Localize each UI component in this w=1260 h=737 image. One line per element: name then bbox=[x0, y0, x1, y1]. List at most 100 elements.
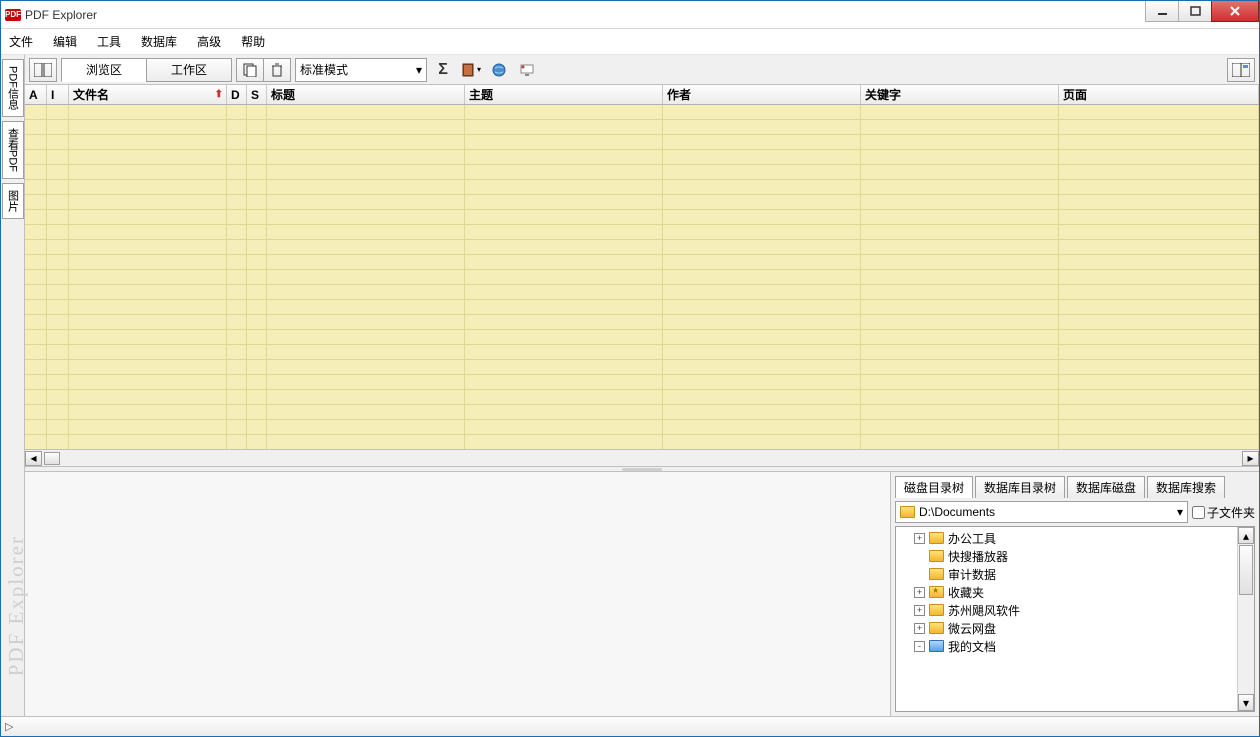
screen-icon[interactable] bbox=[515, 58, 539, 82]
sigma-icon[interactable]: Σ bbox=[431, 58, 455, 82]
table-row[interactable] bbox=[25, 360, 1259, 375]
table-row[interactable] bbox=[25, 150, 1259, 165]
book-icon[interactable]: ▾ bbox=[459, 58, 483, 82]
tab-work[interactable]: 工作区 bbox=[146, 58, 232, 82]
expand-icon[interactable]: + bbox=[914, 587, 925, 598]
tab-disk-tree[interactable]: 磁盘目录树 bbox=[895, 476, 973, 498]
table-row[interactable] bbox=[25, 120, 1259, 135]
close-button[interactable] bbox=[1211, 1, 1259, 22]
side-tab-images[interactable]: 图片 bbox=[2, 183, 24, 219]
table-row[interactable] bbox=[25, 390, 1259, 405]
menu-help[interactable]: 帮助 bbox=[241, 33, 265, 50]
play-icon[interactable]: ▷ bbox=[5, 720, 13, 733]
table-row[interactable] bbox=[25, 240, 1259, 255]
menu-file[interactable]: 文件 bbox=[9, 33, 33, 50]
tree-node[interactable]: + 收藏夹 bbox=[896, 583, 1254, 601]
delete-button[interactable] bbox=[263, 58, 291, 82]
table-row[interactable] bbox=[25, 300, 1259, 315]
no-expand-icon bbox=[914, 551, 925, 562]
folder-tree[interactable]: ▴ ▾ + 办公工具快搜播放器审计数据 + 收藏夹+苏州飓风软件+微云网盘-我的文档 bbox=[895, 526, 1255, 712]
tree-node[interactable]: +苏州飓风软件 bbox=[896, 601, 1254, 619]
table-row[interactable] bbox=[25, 375, 1259, 390]
scroll-up-icon[interactable]: ▴ bbox=[1238, 527, 1254, 544]
expand-icon[interactable]: + bbox=[914, 605, 925, 616]
table-row[interactable] bbox=[25, 435, 1259, 449]
table-row[interactable] bbox=[25, 420, 1259, 435]
tree-node-label: 快搜播放器 bbox=[948, 548, 1008, 565]
table-row[interactable] bbox=[25, 330, 1259, 345]
col-keywords[interactable]: 关键字 bbox=[861, 85, 1059, 104]
panel-layout-button[interactable] bbox=[1227, 58, 1255, 82]
col-title[interactable]: 标题 bbox=[267, 85, 465, 104]
grid-hscrollbar[interactable]: ◂ ▸ bbox=[25, 449, 1259, 466]
table-row[interactable] bbox=[25, 225, 1259, 240]
toolbar: 浏览区 工作区 标准模式 ▾ Σ ▾ bbox=[25, 55, 1259, 85]
preview-pane bbox=[25, 472, 891, 716]
collapse-icon[interactable]: - bbox=[914, 641, 925, 652]
table-row[interactable] bbox=[25, 345, 1259, 360]
tree-node[interactable]: 快搜播放器 bbox=[896, 547, 1254, 565]
col-author[interactable]: 作者 bbox=[663, 85, 861, 104]
globe-icon[interactable] bbox=[487, 58, 511, 82]
tree-vscrollbar[interactable]: ▴ ▾ bbox=[1237, 527, 1254, 711]
folder-icon bbox=[929, 568, 944, 580]
scroll-down-icon[interactable]: ▾ bbox=[1238, 694, 1254, 711]
side-tab-view-pdf[interactable]: 查看PDF bbox=[2, 121, 24, 179]
expand-icon[interactable]: + bbox=[914, 623, 925, 634]
tree-node-label: 收藏夹 bbox=[948, 584, 984, 601]
table-row[interactable] bbox=[25, 165, 1259, 180]
statusbar: ▷ bbox=[1, 716, 1259, 736]
table-row[interactable] bbox=[25, 315, 1259, 330]
folder-icon bbox=[929, 622, 944, 634]
tree-node[interactable]: + 办公工具 bbox=[896, 529, 1254, 547]
tree-node[interactable]: +微云网盘 bbox=[896, 619, 1254, 637]
horizontal-splitter[interactable] bbox=[25, 467, 1259, 472]
tab-browse[interactable]: 浏览区 bbox=[61, 58, 147, 82]
col-s[interactable]: S bbox=[247, 85, 267, 104]
tree-node-label: 审计数据 bbox=[948, 566, 996, 583]
menu-edit[interactable]: 编辑 bbox=[53, 33, 77, 50]
path-combo[interactable]: D:\Documents ▾ bbox=[895, 501, 1188, 523]
table-row[interactable] bbox=[25, 405, 1259, 420]
maximize-button[interactable] bbox=[1178, 1, 1212, 22]
copy-button[interactable] bbox=[236, 58, 264, 82]
table-row[interactable] bbox=[25, 135, 1259, 150]
grid-rows[interactable] bbox=[25, 105, 1259, 449]
scroll-thumb[interactable] bbox=[44, 452, 60, 465]
col-a[interactable]: A bbox=[25, 85, 47, 104]
scroll-thumb[interactable] bbox=[1239, 545, 1253, 595]
folder-icon bbox=[929, 586, 944, 598]
scroll-left-icon[interactable]: ◂ bbox=[25, 451, 42, 466]
tree-node[interactable]: -我的文档 bbox=[896, 637, 1254, 655]
scroll-right-icon[interactable]: ▸ bbox=[1242, 451, 1259, 466]
tree-node-label: 办公工具 bbox=[948, 530, 996, 547]
table-row[interactable] bbox=[25, 210, 1259, 225]
minimize-button[interactable] bbox=[1145, 1, 1179, 22]
subfolders-input[interactable] bbox=[1192, 506, 1205, 519]
menu-tool[interactable]: 工具 bbox=[97, 33, 121, 50]
menu-db[interactable]: 数据库 bbox=[141, 33, 177, 50]
tab-db-tree[interactable]: 数据库目录树 bbox=[975, 476, 1065, 498]
col-d[interactable]: D bbox=[227, 85, 247, 104]
subfolders-checkbox[interactable]: 子文件夹 bbox=[1192, 504, 1255, 521]
mode-select-label: 标准模式 bbox=[300, 61, 348, 78]
col-pages[interactable]: 页面 bbox=[1059, 85, 1259, 104]
menu-advanced[interactable]: 高级 bbox=[197, 33, 221, 50]
mode-select[interactable]: 标准模式 ▾ bbox=[295, 58, 427, 82]
col-subject[interactable]: 主题 bbox=[465, 85, 663, 104]
table-row[interactable] bbox=[25, 255, 1259, 270]
side-tab-pdf-info[interactable]: PDF信息 bbox=[2, 59, 24, 117]
table-row[interactable] bbox=[25, 270, 1259, 285]
table-row[interactable] bbox=[25, 105, 1259, 120]
table-row[interactable] bbox=[25, 195, 1259, 210]
tab-db-disk[interactable]: 数据库磁盘 bbox=[1067, 476, 1145, 498]
col-filename[interactable]: 文件名⬆ bbox=[69, 85, 227, 104]
col-i[interactable]: I bbox=[47, 85, 69, 104]
layout-toggle-button[interactable] bbox=[29, 58, 57, 82]
table-row[interactable] bbox=[25, 180, 1259, 195]
table-row[interactable] bbox=[25, 285, 1259, 300]
tree-node[interactable]: 审计数据 bbox=[896, 565, 1254, 583]
expand-icon[interactable]: + bbox=[914, 533, 925, 544]
no-expand-icon bbox=[914, 569, 925, 580]
tab-db-search[interactable]: 数据库搜索 bbox=[1147, 476, 1225, 498]
